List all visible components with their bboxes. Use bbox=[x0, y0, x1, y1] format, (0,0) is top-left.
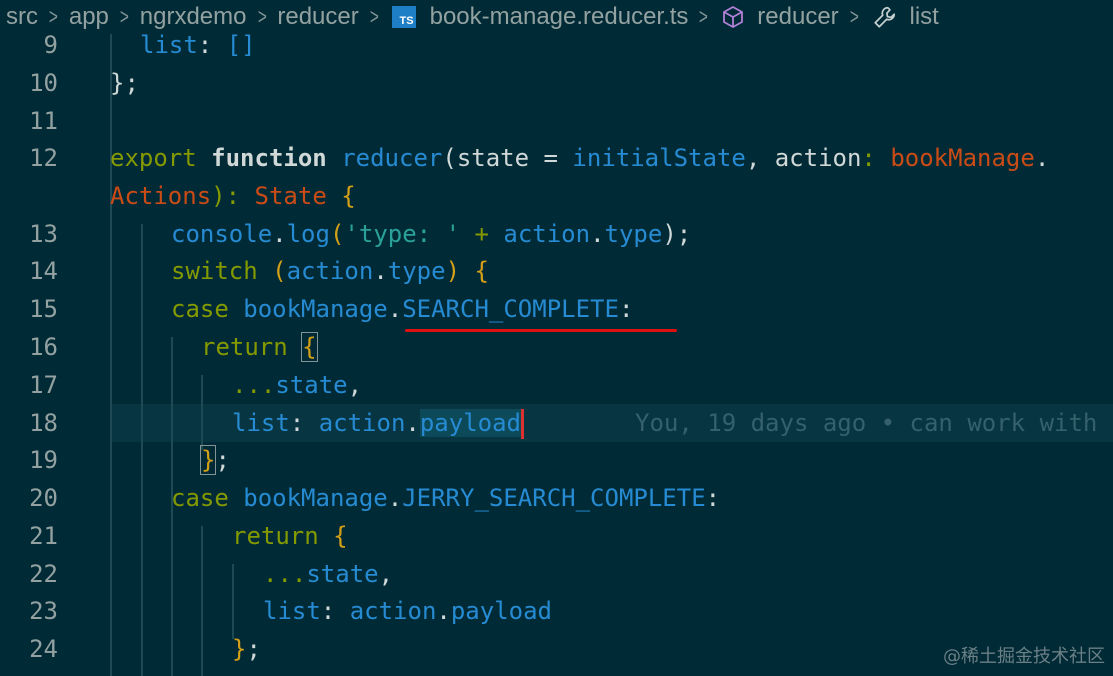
code-line-current: 18 list: action.payload You, 19 days ago… bbox=[0, 404, 1113, 442]
code-text: console.log('type: ' + action.type); bbox=[171, 220, 692, 248]
code-text: case bookManage.JERRY_SEARCH_COMPLETE: bbox=[171, 484, 721, 512]
line-number: 10 bbox=[29, 69, 58, 97]
matching-bracket: } bbox=[199, 445, 217, 475]
line-number: 20 bbox=[29, 484, 58, 512]
code-line: 21 return { bbox=[0, 517, 1113, 555]
code-line: 11 bbox=[0, 102, 1113, 140]
matching-bracket: { bbox=[301, 332, 318, 362]
code-text: switch (action.type) { bbox=[171, 257, 489, 285]
code-text: list: action.payload bbox=[263, 597, 553, 625]
line-number: 15 bbox=[29, 295, 58, 323]
code-text: ...state, bbox=[263, 560, 394, 588]
code-line: 22 ...state, bbox=[0, 555, 1113, 593]
code-text: list: action.payload bbox=[232, 404, 525, 442]
code-line: 12 export function reducer(state = initi… bbox=[0, 139, 1113, 177]
code-text: }; bbox=[199, 445, 230, 475]
line-number: 17 bbox=[29, 371, 58, 399]
line-number: 11 bbox=[29, 107, 58, 135]
code-line-wrapped: Actions): State { bbox=[0, 177, 1113, 215]
text-cursor bbox=[521, 409, 525, 439]
code-line: 10 }; bbox=[0, 64, 1113, 102]
code-editor[interactable]: 9 list: [] 10 }; 11 12 export function r… bbox=[0, 31, 1113, 676]
code-line: 9 list: [] bbox=[0, 26, 1113, 64]
line-number: 18 bbox=[29, 409, 58, 437]
line-number: 12 bbox=[29, 144, 58, 172]
code-text: return { bbox=[232, 522, 348, 550]
code-text: }; bbox=[110, 69, 139, 97]
code-text: case bookManage.SEARCH_COMPLETE: bbox=[171, 295, 634, 323]
line-number: 19 bbox=[29, 446, 58, 474]
code-line: 19 }; bbox=[0, 441, 1113, 479]
line-number: 22 bbox=[29, 560, 58, 588]
line-number: 13 bbox=[29, 220, 58, 248]
line-number: 21 bbox=[29, 522, 58, 550]
code-line: 14 switch (action.type) { bbox=[0, 252, 1113, 290]
code-text: Actions): State { bbox=[110, 182, 356, 210]
code-line: 23 list: action.payload bbox=[0, 592, 1113, 630]
line-number: 23 bbox=[29, 597, 58, 625]
code-line: 17 ...state, bbox=[0, 366, 1113, 404]
code-line: 13 console.log('type: ' + action.type); bbox=[0, 215, 1113, 253]
code-line: 15 case bookManage.SEARCH_COMPLETE: bbox=[0, 290, 1113, 328]
code-line: 20 case bookManage.JERRY_SEARCH_COMPLETE… bbox=[0, 479, 1113, 517]
code-text: }; bbox=[232, 635, 261, 663]
line-number: 9 bbox=[43, 31, 58, 59]
code-line: 16 return { bbox=[0, 328, 1113, 366]
code-text: export function reducer(state = initialS… bbox=[110, 144, 1050, 172]
line-number: 24 bbox=[29, 635, 58, 663]
code-text: ...state, bbox=[232, 371, 363, 399]
line-number: 14 bbox=[29, 257, 58, 285]
code-text: list: [] bbox=[140, 31, 256, 59]
code-text: return { bbox=[201, 332, 318, 362]
line-number: 16 bbox=[29, 333, 58, 361]
red-underline-annotation bbox=[405, 329, 677, 332]
watermark: @稀土掘金技术社区 bbox=[943, 646, 1105, 667]
git-blame-annotation[interactable]: You, 19 days ago • can work with bbox=[635, 404, 1097, 442]
typescript-file-icon: TS bbox=[391, 6, 416, 28]
